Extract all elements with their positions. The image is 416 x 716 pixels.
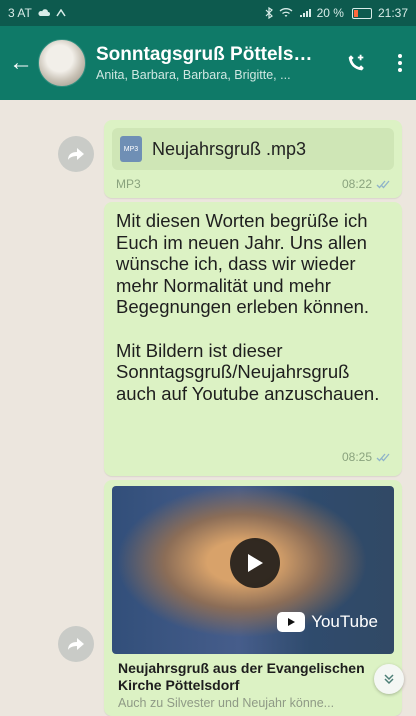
file-name: Neujahrsgruß .mp3 [152, 138, 307, 159]
time-label: 08:25 [341, 450, 372, 464]
chat-title: Sonntagsgruß Pöttelsd... [96, 44, 316, 65]
scroll-down-button[interactable] [374, 664, 404, 694]
double-check-icon [376, 180, 390, 188]
forward-icon [68, 638, 84, 650]
message-body: Mit diesen Worten begrüße ich Euch im ne… [116, 210, 388, 404]
forward-button-1[interactable] [58, 136, 94, 172]
status-bar: 3 AT 20 % 21:37 [0, 0, 416, 26]
back-arrow-icon[interactable]: ← [6, 51, 36, 75]
carrier-label: 3 AT [8, 6, 32, 20]
youtube-watermark: YouTube [277, 612, 378, 632]
video-link-bubble[interactable]: YouTube Neujahrsgruß aus der Evangelisch… [104, 480, 402, 716]
video-description: Auch zu Silvester und Neujahr könne... [118, 696, 335, 710]
forward-icon [68, 148, 84, 160]
battery-percent: 20 % [316, 6, 344, 20]
chevron-double-down-icon [384, 674, 394, 685]
message-paragraph-2: Mit Bildern ist dieser Sonntagsgruß/Neuj… [116, 339, 380, 404]
chat-members: Anita, Barbara, Barbara, Brigitte, ... [96, 68, 291, 82]
forward-button-2[interactable] [58, 626, 94, 662]
file-attachment[interactable]: MP3 Neujahrsgruß .mp3 [112, 128, 394, 170]
chat-title-block[interactable]: Sonntagsgruß Pöttelsd... Anita, Barbara,… [96, 44, 316, 82]
play-button[interactable] [230, 538, 280, 588]
video-thumbnail[interactable]: YouTube [112, 486, 394, 654]
file-type-label: MP3 [116, 177, 141, 191]
bluetooth-icon [265, 7, 273, 19]
video-title: Neujahrsgruß aus der Evangelischen Kirch… [118, 660, 365, 693]
play-icon [248, 554, 263, 572]
signal-mini-icon [56, 9, 66, 17]
status-time: 21:37 [377, 6, 408, 20]
text-message-bubble[interactable]: Mit diesen Worten begrüße ich Euch im ne… [104, 202, 402, 476]
group-avatar[interactable] [38, 39, 86, 87]
youtube-logo-icon [277, 612, 306, 632]
battery-icon [351, 7, 372, 19]
audio-file-icon: MP3 [120, 136, 142, 162]
time-label: 08:22 [341, 177, 372, 191]
audio-message-bubble[interactable]: MP3 Neujahrsgruß .mp3 MP3 08:22 [104, 120, 402, 198]
youtube-label: YouTube [311, 612, 378, 631]
message-time-2: 08:25 [342, 450, 390, 464]
chat-area: MP3 Neujahrsgruß .mp3 MP3 08:22 Mit dies… [0, 100, 416, 716]
double-check-icon [376, 453, 390, 461]
signal-icon [299, 9, 311, 17]
add-call-icon[interactable] [342, 49, 370, 77]
status-left: 3 AT [8, 6, 66, 20]
message-time-1: 08:22 [342, 177, 390, 191]
status-right: 20 % 21:37 [265, 6, 408, 20]
wifi-icon [279, 8, 293, 17]
chat-header: ← Sonntagsgruß Pöttelsd... Anita, Barbar… [0, 26, 416, 100]
cloud-icon [38, 9, 50, 16]
message-paragraph-1: Mit diesen Worten begrüße ich Euch im ne… [116, 210, 370, 317]
more-vert-icon[interactable] [394, 54, 406, 72]
